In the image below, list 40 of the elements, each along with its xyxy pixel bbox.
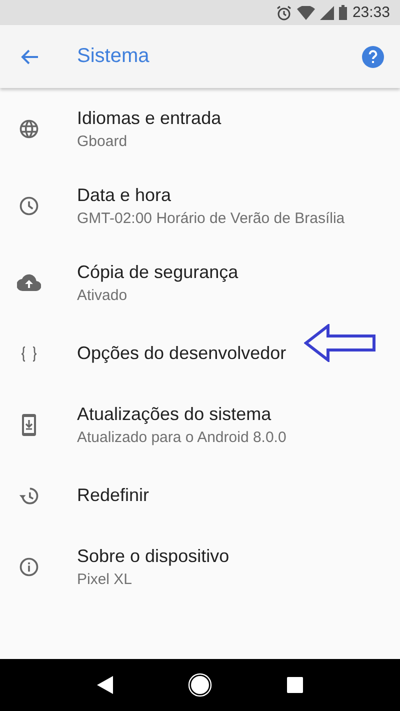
- signal-icon: [320, 6, 334, 20]
- alarm-icon: [276, 4, 292, 20]
- cloud-upload-icon: [17, 272, 41, 292]
- clock-time: 23:33: [352, 4, 390, 21]
- help-icon: [362, 46, 384, 68]
- home-nav-button[interactable]: [188, 673, 212, 697]
- item-subtitle: Ativado: [77, 286, 128, 304]
- item-title: Idiomas e entrada: [77, 108, 222, 128]
- item-title: Atualizações do sistema: [77, 404, 272, 424]
- battery-icon: [339, 5, 348, 20]
- braces-icon: [20, 346, 38, 362]
- phone-download-icon: [21, 412, 37, 436]
- back-nav-button[interactable]: [97, 676, 114, 694]
- item-title: Data e hora: [77, 184, 172, 206]
- help-button[interactable]: [362, 46, 384, 68]
- recents-nav-button[interactable]: [286, 677, 303, 693]
- item-title: Opções do desenvolvedor: [77, 343, 286, 364]
- settings-item[interactable]: Atualizações do sistema Atualizado para o Android 8.0.0: [0, 386, 400, 463]
- settings-item[interactable]: Idiomas e entrada Gboard: [0, 90, 400, 167]
- square-icon: [286, 677, 303, 693]
- item-subtitle: Atualizado para o Android 8.0.0: [77, 428, 286, 446]
- clock-icon: [18, 194, 40, 216]
- item-title: Redefinir: [77, 485, 150, 506]
- settings-item[interactable]: Redefinir: [0, 463, 400, 528]
- item-title: Sobre o dispositivo: [77, 546, 230, 566]
- triangle-icon: [97, 676, 114, 694]
- settings-item[interactable]: Cópia de segurança Ativado: [0, 244, 400, 321]
- screen-title: Sistema: [77, 45, 150, 68]
- circle-icon: [188, 673, 212, 697]
- settings-item[interactable]: Data e hora GMT-02:00 Horário de Verão de Brasília: [0, 167, 400, 244]
- item-subtitle: GMT-02:00 Horário de Verão de Brasília: [77, 210, 345, 226]
- item-title: Cópia de segurança: [77, 262, 238, 282]
- settings-item[interactable]: Sobre o dispositivo Pixel XL: [0, 528, 400, 605]
- info-icon: [18, 556, 40, 578]
- item-subtitle: Gboard: [77, 132, 128, 150]
- globe-icon: [18, 118, 40, 140]
- back-arrow-icon: [21, 48, 39, 64]
- settings-item[interactable]: Opções do desenvolvedor: [0, 321, 400, 386]
- item-subtitle: Pixel XL: [77, 570, 134, 588]
- wifi-icon: [297, 6, 316, 20]
